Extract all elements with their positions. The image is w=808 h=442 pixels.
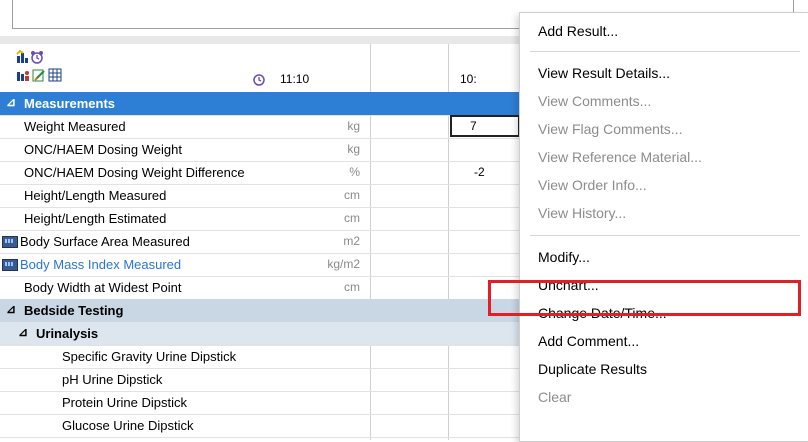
menu-item-add-comment[interactable]: Add Comment... — [538, 333, 639, 349]
row-label: Height/Length Measured — [24, 188, 167, 203]
table-row[interactable]: Body Surface Area Measured m2 — [0, 230, 520, 254]
table-row[interactable]: pH Urine Dipstick — [0, 368, 520, 392]
row-label: Weight Measured — [24, 119, 126, 134]
row-value[interactable]: 7 — [470, 119, 477, 133]
row-unit: kg — [347, 142, 360, 156]
menu-item-modify[interactable]: Modify... — [538, 249, 590, 265]
context-menu: Add Result... View Result Details... Vie… — [519, 12, 808, 442]
row-unit: kg — [347, 119, 360, 133]
table-row[interactable]: Specific Gravity Urine Dipstick — [0, 345, 520, 369]
row-label: Measurements — [24, 96, 116, 111]
group-row-bedside-testing[interactable]: ⊿ Bedside Testing — [0, 299, 520, 323]
row-label: Height/Length Estimated — [24, 211, 167, 226]
menu-item-view-result-details[interactable]: View Result Details... — [538, 65, 670, 81]
row-unit: cm — [344, 188, 360, 202]
row-label: ONC/HAEM Dosing Weight Difference — [24, 165, 245, 180]
table-row[interactable]: ONC/HAEM Dosing Weight kg — [0, 138, 520, 162]
row-unit: m2 — [343, 234, 360, 248]
flowsheet-grid: 11:10 10: ⊿ Measurements Weight Measured… — [0, 44, 520, 440]
row-label: Body Width at Widest Point — [24, 280, 182, 295]
selected-cell[interactable] — [450, 115, 520, 137]
menu-item-view-history[interactable]: View History... — [538, 205, 626, 221]
row-unit: cm — [344, 211, 360, 225]
calculator-icon[interactable] — [2, 259, 18, 271]
grid-header: 11:10 10: — [0, 44, 520, 93]
group-row-measurements[interactable]: ⊿ Measurements — [0, 92, 520, 116]
table-row[interactable]: Height/Length Estimated cm — [0, 207, 520, 231]
grid-icon[interactable] — [48, 68, 62, 82]
row-label[interactable]: Body Mass Index Measured — [20, 257, 181, 272]
table-row[interactable]: ONC/HAEM Dosing Weight Difference % -2 — [0, 161, 520, 185]
highlight-box — [488, 280, 801, 316]
menu-item-add-result[interactable]: Add Result... — [538, 23, 618, 39]
table-row[interactable]: Body Mass Index Measured kg/m2 — [0, 253, 520, 277]
table-row[interactable]: Protein Urine Dipstick — [0, 391, 520, 415]
toolbar-icons — [16, 50, 96, 90]
menu-item-duplicate-results[interactable]: Duplicate Results — [538, 361, 647, 377]
chart-bars-icon[interactable] — [16, 50, 30, 64]
table-row[interactable]: Height/Length Measured cm — [0, 184, 520, 208]
row-unit: cm — [344, 280, 360, 294]
menu-item-clear[interactable]: Clear — [538, 389, 571, 405]
collapse-triangle-icon[interactable]: ⊿ — [6, 95, 16, 109]
row-label: Urinalysis — [36, 326, 99, 341]
row-value[interactable]: -2 — [474, 165, 485, 179]
menu-separator — [530, 51, 800, 52]
row-label: Protein Urine Dipstick — [62, 395, 187, 410]
row-label: Bedside Testing — [24, 303, 124, 318]
time-column-header-2[interactable]: 10: — [460, 72, 477, 86]
row-label: ONC/HAEM Dosing Weight — [24, 142, 182, 157]
menu-item-view-reference-material[interactable]: View Reference Material... — [538, 149, 702, 165]
alarm-clock-icon[interactable] — [30, 50, 44, 64]
collapse-triangle-icon[interactable]: ⊿ — [18, 325, 28, 339]
menu-item-view-comments[interactable]: View Comments... — [538, 93, 651, 109]
chart-person-icon[interactable] — [16, 68, 30, 82]
menu-item-view-order-info[interactable]: View Order Info... — [538, 177, 647, 193]
table-row[interactable]: Glucose Urine Dipstick — [0, 414, 520, 438]
table-row[interactable]: Body Width at Widest Point cm — [0, 276, 520, 300]
calculator-icon[interactable] — [2, 236, 18, 248]
row-unit: kg/m2 — [327, 257, 360, 271]
time-column-header-1[interactable]: 11:10 — [280, 72, 309, 86]
collapse-triangle-icon[interactable]: ⊿ — [6, 302, 16, 316]
table-row[interactable]: Weight Measured kg 7 — [0, 115, 520, 139]
row-label: Glucose Urine Dipstick — [62, 418, 194, 433]
menu-separator — [530, 235, 800, 236]
timer-icon — [253, 74, 265, 86]
subgroup-row-urinalysis[interactable]: ⊿ Urinalysis — [0, 322, 520, 346]
edit-icon[interactable] — [32, 68, 46, 82]
row-label: Body Surface Area Measured — [20, 234, 190, 249]
row-label: Specific Gravity Urine Dipstick — [62, 349, 237, 364]
row-unit: % — [349, 165, 360, 179]
row-label: pH Urine Dipstick — [62, 372, 163, 387]
menu-item-view-flag-comments[interactable]: View Flag Comments... — [538, 121, 682, 137]
